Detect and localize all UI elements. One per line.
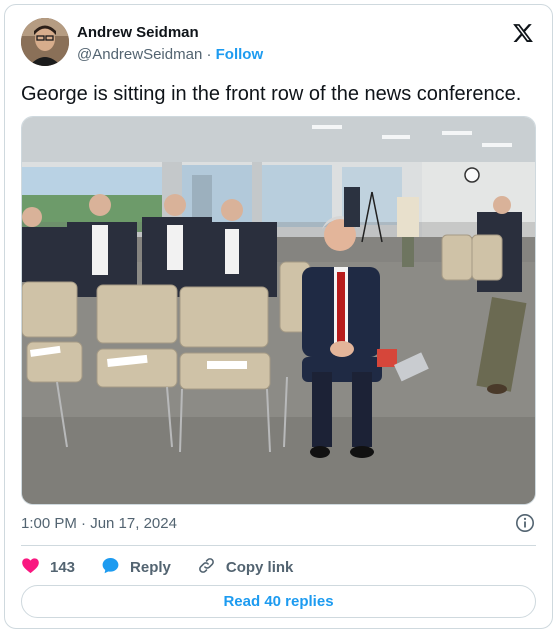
tweet-photo[interactable] [21, 116, 536, 505]
divider [21, 545, 536, 546]
author-handle[interactable]: @AndrewSeidman [77, 46, 202, 63]
like-count: 143 [50, 558, 76, 576]
tweet-card: Andrew Seidman @AndrewSeidman · Follow G… [4, 4, 553, 629]
handle-separator: · [206, 46, 212, 63]
reply-bubble-icon [101, 556, 130, 579]
like-button[interactable]: 143 [21, 556, 75, 579]
tweet-text: George is sitting in the front row of th… [21, 83, 522, 105]
tweet-timestamp[interactable]: 1:00 PM · Jun 17, 2024 [21, 515, 177, 532]
reply-label: Reply [130, 558, 171, 576]
reply-button[interactable]: Reply [101, 556, 171, 579]
follow-button[interactable]: Follow [216, 46, 264, 63]
author-block: Andrew Seidman @AndrewSeidman · Follow [77, 24, 263, 64]
heart-icon [21, 556, 50, 579]
author-handle-row: @AndrewSeidman · Follow [77, 46, 263, 64]
author-display-name[interactable]: Andrew Seidman [77, 24, 263, 42]
avatar[interactable] [21, 18, 69, 66]
tweet-actions: 143 Reply Copy link [21, 554, 319, 580]
copy-link-label: Copy link [225, 558, 294, 576]
read-replies-button[interactable]: Read 40 replies [21, 585, 536, 618]
x-logo-icon[interactable] [512, 22, 534, 44]
link-icon [197, 556, 226, 579]
copy-link-button[interactable]: Copy link [197, 556, 294, 579]
info-icon[interactable] [515, 513, 535, 533]
